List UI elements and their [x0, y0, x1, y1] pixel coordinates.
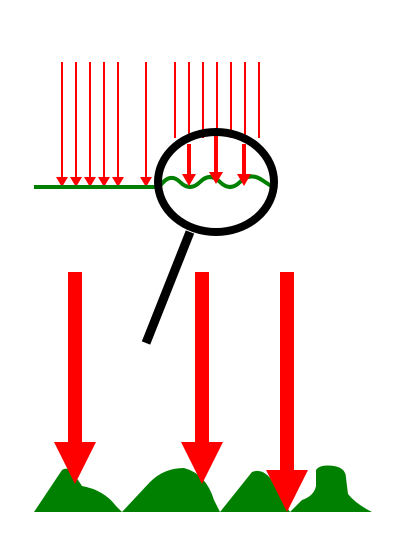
magnified-view: [160, 134, 272, 189]
large-arrow-2-shaft: [195, 272, 209, 444]
incident-ray-left-6: [140, 62, 152, 187]
large-arrow-1: [54, 272, 96, 484]
large-arrow-1-shaft: [68, 272, 82, 444]
large-arrow-3: [266, 272, 308, 512]
magnified-arrow-2: [209, 134, 223, 184]
incident-ray-left-4: [98, 62, 110, 187]
incident-ray-left-5: [112, 62, 124, 187]
large-arrow-3-shaft: [280, 272, 294, 472]
incident-ray-left-1: [56, 62, 68, 187]
incident-ray-left-2: [70, 62, 82, 187]
magnified-arrow-3: [237, 144, 251, 186]
incident-ray-left-3: [84, 62, 96, 187]
magnifier-handle: [141, 230, 195, 345]
surface-roughness-diagram: [34, 62, 372, 512]
magnified-arrow-1: [182, 144, 196, 186]
large-arrow-2: [181, 272, 223, 484]
